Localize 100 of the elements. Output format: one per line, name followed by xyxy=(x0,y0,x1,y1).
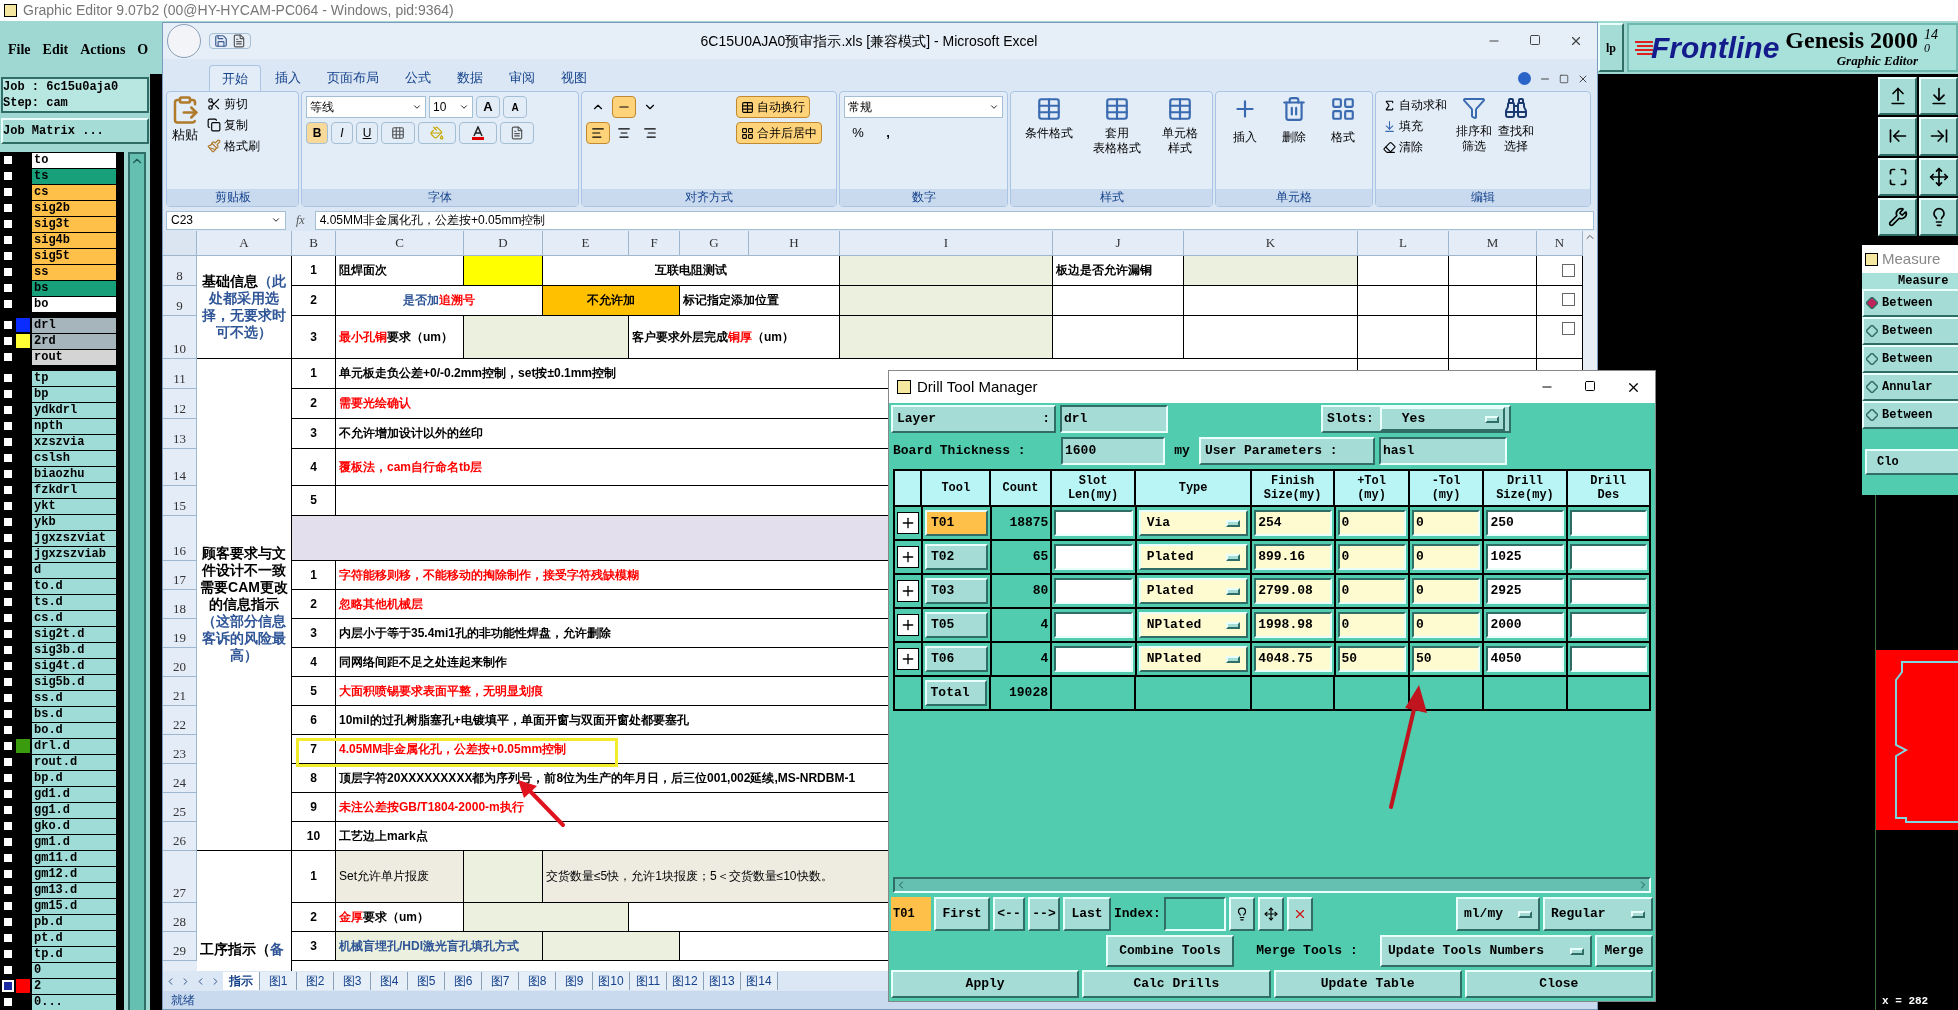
layer-field[interactable]: drl xyxy=(1060,405,1168,433)
finish-size-field[interactable]: 899.16 xyxy=(1254,544,1332,570)
tool-button[interactable]: T01 xyxy=(925,510,988,536)
layer-item[interactable]: rout xyxy=(32,349,116,365)
expand-button[interactable] xyxy=(897,580,919,602)
maximize-icon[interactable] xyxy=(1529,34,1541,46)
layer-item[interactable]: bp xyxy=(32,386,116,402)
shrink-font-button[interactable]: A xyxy=(503,96,527,118)
layer-checkbox[interactable] xyxy=(2,996,14,1008)
menu-item[interactable]: Actions xyxy=(80,39,126,60)
toolbar-button[interactable] xyxy=(1878,197,1917,236)
expand-button[interactable] xyxy=(897,546,919,568)
layer-checkbox[interactable] xyxy=(2,772,14,784)
document-icon[interactable] xyxy=(232,34,246,48)
expand-button[interactable] xyxy=(897,648,919,670)
clear-button[interactable]: 清除 xyxy=(1380,138,1450,156)
checkbox[interactable] xyxy=(1562,264,1575,277)
layer-checkbox[interactable] xyxy=(2,202,14,214)
type-dropdown[interactable]: Via xyxy=(1138,510,1249,536)
layer-checkbox[interactable] xyxy=(2,388,14,400)
layer-item[interactable]: fzkdrl xyxy=(32,482,116,498)
layer-item[interactable]: 2rd xyxy=(32,333,116,349)
sheet-tab[interactable]: 图13 xyxy=(704,972,741,990)
layer-item[interactable]: ydkdrl xyxy=(32,402,116,418)
cell-action-button[interactable]: 插入 xyxy=(1231,96,1258,146)
layer-checkbox[interactable] xyxy=(2,186,14,198)
layer-scrollbar[interactable] xyxy=(128,152,146,1010)
style-button[interactable]: 套用 表格格式 xyxy=(1093,96,1142,156)
cell-action-button[interactable]: 格式 xyxy=(1330,96,1357,146)
layer-item[interactable]: ts.d xyxy=(32,594,116,610)
plus-tolerance-field[interactable]: 0 xyxy=(1337,578,1406,604)
layer-item[interactable]: gko.d xyxy=(32,818,116,834)
layer-checkbox[interactable] xyxy=(2,708,14,720)
measure-option[interactable]: Annular xyxy=(1862,373,1958,401)
maximize-icon[interactable] xyxy=(1584,379,1596,392)
sheet-tab[interactable]: 图14 xyxy=(741,972,778,990)
drill-description-field[interactable] xyxy=(1569,646,1647,672)
layer-checkbox[interactable] xyxy=(2,740,14,752)
toolbar-button[interactable] xyxy=(1919,117,1958,156)
percent-button[interactable]: % xyxy=(846,122,870,144)
underline-button[interactable]: U xyxy=(356,122,378,144)
layer-item[interactable]: gm12.d xyxy=(32,866,116,882)
plus-tolerance-field[interactable]: 50 xyxy=(1337,646,1406,672)
layer-checkbox[interactable] xyxy=(2,532,14,544)
sheet-tab[interactable]: 图1 xyxy=(260,972,297,990)
layer-checkbox[interactable] xyxy=(2,644,14,656)
layer-checkbox[interactable] xyxy=(2,564,14,576)
toolbar-button[interactable] xyxy=(1878,117,1917,156)
layer-item[interactable]: jgxzszviat xyxy=(32,530,116,546)
tool-button[interactable]: T06 xyxy=(925,646,988,672)
measure-option[interactable]: Between xyxy=(1862,317,1958,345)
layer-checkbox[interactable] xyxy=(2,820,14,832)
mode-dropdown[interactable]: Regular xyxy=(1543,897,1653,931)
layer-item[interactable]: bs xyxy=(32,280,116,296)
last-button[interactable]: Last xyxy=(1063,897,1111,931)
merge-center-button[interactable]: 合并后居中 xyxy=(736,122,822,144)
tool-icon-button[interactable] xyxy=(1257,897,1284,931)
sheet-tab[interactable]: 图7 xyxy=(482,972,519,990)
user-parameters-field[interactable]: hasl xyxy=(1379,437,1507,465)
layer-item[interactable]: ts xyxy=(32,168,116,184)
number-format-field[interactable]: 常规 xyxy=(844,96,1003,118)
layer-item[interactable]: sig4b xyxy=(32,232,116,248)
formula-field[interactable]: 4.05MM非金属化孔，公差按+0.05mm控制 xyxy=(314,210,1594,230)
layer-checkbox[interactable] xyxy=(2,596,14,608)
drill-size-field[interactable]: 250 xyxy=(1486,510,1564,536)
fill-color-button[interactable] xyxy=(418,122,456,144)
checkbox[interactable] xyxy=(1562,293,1575,306)
layer-checkbox[interactable] xyxy=(2,836,14,848)
layer-item[interactable]: bo xyxy=(32,296,116,312)
slot-length-field[interactable] xyxy=(1054,612,1133,638)
combine-tools-button[interactable]: Combine Tools xyxy=(1106,935,1234,967)
toolbar-button[interactable] xyxy=(1919,157,1958,196)
layer-checkbox[interactable] xyxy=(2,282,14,294)
layer-item[interactable]: gm1.d xyxy=(32,834,116,850)
plus-tolerance-field[interactable]: 0 xyxy=(1337,510,1406,536)
layer-item[interactable]: ss.d xyxy=(32,690,116,706)
type-dropdown[interactable]: NPlated xyxy=(1138,646,1249,672)
style-button[interactable]: 单元格 样式 xyxy=(1161,96,1198,156)
finish-size-field[interactable]: 4048.75 xyxy=(1254,646,1332,672)
phonetic-button[interactable] xyxy=(500,122,534,144)
layer-item[interactable]: 0... xyxy=(32,994,116,1010)
action-button[interactable]: Update Table xyxy=(1273,970,1462,998)
merge-mode-dropdown[interactable]: Update Tools Numbers xyxy=(1380,935,1592,967)
layer-checkbox[interactable] xyxy=(2,335,14,347)
find-select-button[interactable]: 查找和 选择 xyxy=(1498,96,1534,156)
horizontal-align-button[interactable] xyxy=(586,122,610,144)
restore-icon[interactable] xyxy=(1559,73,1569,84)
layer-item[interactable]: sig5t xyxy=(32,248,116,264)
layer-checkbox[interactable] xyxy=(2,724,14,736)
merge-button[interactable]: Merge xyxy=(1595,935,1653,967)
save-icon[interactable] xyxy=(214,34,228,48)
drill-description-field[interactable] xyxy=(1569,544,1647,570)
type-dropdown[interactable]: Plated xyxy=(1138,544,1249,570)
minus-tolerance-field[interactable]: 0 xyxy=(1411,578,1481,604)
ribbon-tab[interactable]: 审阅 xyxy=(497,65,547,91)
sheet-tab[interactable]: 图4 xyxy=(371,972,408,990)
layer-item[interactable]: xzszvia xyxy=(32,434,116,450)
layer-item[interactable]: sig5b.d xyxy=(32,674,116,690)
layer-checkbox[interactable] xyxy=(2,500,14,512)
drill-size-field[interactable]: 2000 xyxy=(1486,612,1564,638)
